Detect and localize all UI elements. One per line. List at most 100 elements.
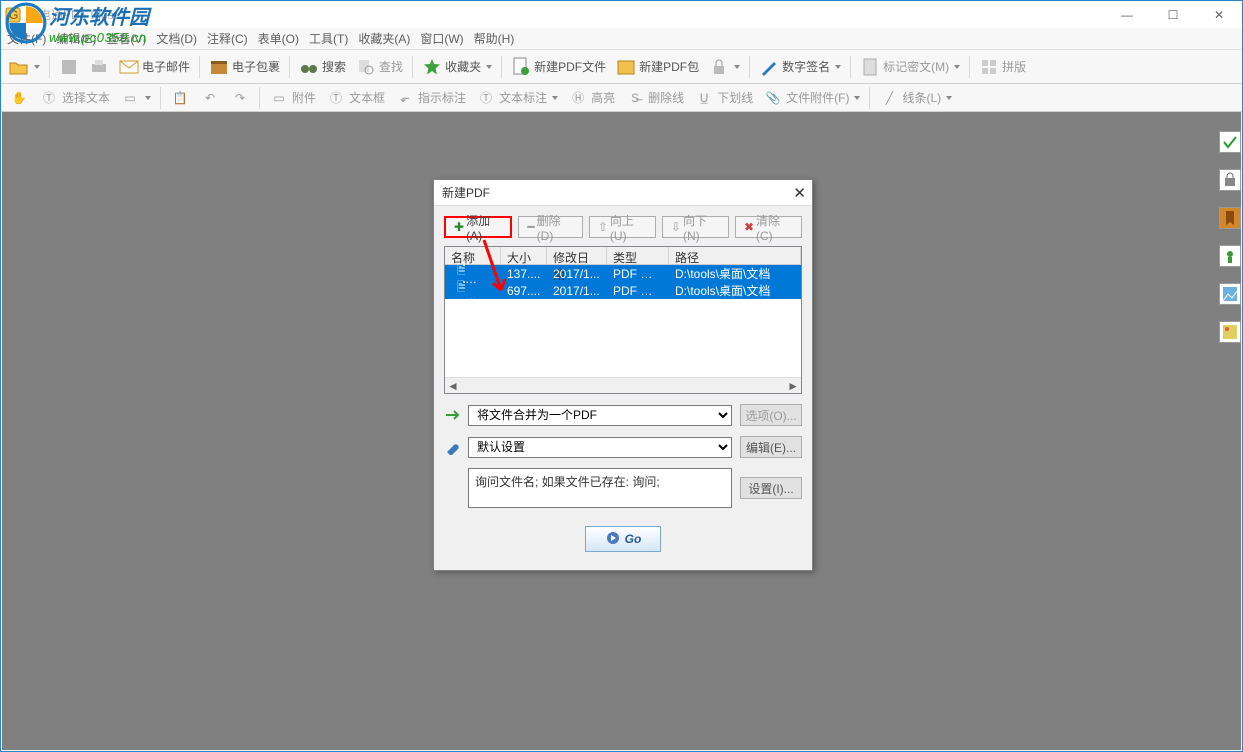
snapshot-icon: ▭: [120, 88, 140, 108]
strike-tool[interactable]: S̶删除线: [621, 86, 688, 110]
undo-button[interactable]: ↶: [196, 86, 224, 110]
watermark: 河东软件园 www.pc0359.cn: [5, 1, 149, 45]
col-date[interactable]: 修改日期: [547, 247, 607, 264]
star-icon: [422, 57, 442, 77]
watermark-url: www.pc0359.cn: [49, 30, 149, 45]
delete-button[interactable]: ━删除(D): [518, 216, 582, 238]
add-button[interactable]: ✚添加(A): [444, 216, 512, 238]
menu-comment[interactable]: 注释(C): [207, 30, 248, 47]
redo-button[interactable]: ↷: [226, 86, 254, 110]
side-panel: [1219, 131, 1241, 343]
move-up-button[interactable]: ⇧向上(U): [589, 216, 656, 238]
settings-button[interactable]: 设置(I)...: [740, 477, 802, 499]
lock-button[interactable]: [705, 55, 744, 79]
underline-tool[interactable]: U̲下划线: [690, 86, 757, 110]
edit-button[interactable]: 编辑(E)...: [740, 436, 802, 458]
package-icon: [209, 57, 229, 77]
highlight-tool[interactable]: Ⓗ高亮: [564, 86, 619, 110]
x-icon: ✖: [744, 220, 754, 234]
textbox-tool[interactable]: Ⓣ文本框: [322, 86, 389, 110]
side-icon-6[interactable]: [1219, 321, 1241, 343]
inquiry-textbox: 询问文件名; 如果文件已存在: 询问;: [468, 468, 732, 508]
col-size[interactable]: 大小: [501, 247, 547, 264]
side-icon-3[interactable]: [1219, 207, 1241, 229]
callout-icon: ⬐: [395, 88, 415, 108]
strike-icon: S̶: [625, 88, 645, 108]
clear-button[interactable]: ✖清除(C): [735, 216, 802, 238]
line-tool[interactable]: ╱线条(L): [875, 86, 956, 110]
menu-document[interactable]: 文档(D): [156, 30, 197, 47]
col-path[interactable]: 路径: [669, 247, 801, 264]
watermark-text: 河东软件园: [49, 1, 149, 30]
close-button[interactable]: ✕: [1196, 1, 1242, 28]
maximize-button[interactable]: ☐: [1150, 1, 1196, 28]
package-button[interactable]: 电子包裹: [205, 55, 284, 79]
menu-form[interactable]: 表单(O): [258, 30, 299, 47]
sign-button[interactable]: 数字签名: [755, 55, 845, 79]
text-annotation-tool[interactable]: Ⓣ文本标注: [472, 86, 562, 110]
callout-tool[interactable]: ⬐指示标注: [391, 86, 470, 110]
side-icon-2[interactable]: [1219, 169, 1241, 191]
note-icon: ▭: [269, 88, 289, 108]
snapshot-tool[interactable]: ▭: [116, 86, 155, 110]
print-icon: [89, 57, 109, 77]
minus-icon: ━: [527, 220, 534, 234]
redact-button[interactable]: 标记密文(M): [856, 55, 964, 79]
find-button[interactable]: 查找: [352, 55, 407, 79]
side-icon-1[interactable]: [1219, 131, 1241, 153]
col-type[interactable]: 类型: [607, 247, 669, 264]
open-button[interactable]: [5, 55, 44, 79]
options-button: 选项(O)...: [740, 404, 802, 426]
email-icon: [119, 57, 139, 77]
favorites-button[interactable]: 收藏夹: [418, 55, 496, 79]
new-file-icon: [511, 57, 531, 77]
pdf-file-icon: 🗎: [451, 277, 465, 300]
textbox-icon: Ⓣ: [326, 88, 346, 108]
side-icon-5[interactable]: [1219, 283, 1241, 305]
go-button[interactable]: Go: [585, 526, 661, 552]
dialog-title: 新建PDF: [442, 184, 490, 201]
menu-window[interactable]: 窗口(W): [420, 30, 463, 47]
menu-tools[interactable]: 工具(T): [309, 30, 348, 47]
clipboard-icon: 📋: [170, 88, 190, 108]
text-select-tool[interactable]: Ⓣ选择文本: [35, 86, 114, 110]
menu-favorites[interactable]: 收藏夹(A): [358, 30, 410, 47]
new-pdf-button[interactable]: 新建PDF文件: [507, 55, 610, 79]
save-button[interactable]: [55, 55, 83, 79]
email-button[interactable]: 电子邮件: [115, 55, 194, 79]
text-cursor-icon: Ⓣ: [39, 88, 59, 108]
file-attach-tool[interactable]: 📎文件附件(F): [759, 86, 864, 110]
side-icon-4[interactable]: [1219, 245, 1241, 267]
folder-open-icon: [9, 57, 29, 77]
wrench-icon: [444, 439, 460, 455]
undo-icon: ↶: [200, 88, 220, 108]
minimize-button[interactable]: —: [1104, 1, 1150, 28]
dialog-titlebar: 新建PDF ✕: [434, 180, 812, 206]
lock-icon: [709, 57, 729, 77]
menu-help[interactable]: 帮助(H): [474, 30, 515, 47]
save-icon: [59, 57, 79, 77]
file-table: 名称 大小 修改日期 类型 路径 🗎财务... 137.... 2017/1..…: [444, 246, 802, 394]
merge-icon: [444, 407, 460, 423]
toolbar-main: 电子邮件 电子包裹 搜索 查找 收藏夹 新建PDF文件 新建PDF包 数字签名 …: [1, 50, 1242, 84]
document-icon: [860, 57, 880, 77]
table-row[interactable]: 🗎医疗... 697.... 2017/1... PDF 文件 D:\tools…: [445, 282, 801, 299]
clipboard-tool[interactable]: 📋: [166, 86, 194, 110]
move-down-button[interactable]: ⇩向下(N): [662, 216, 729, 238]
settings-select[interactable]: 默认设置: [468, 437, 732, 458]
print-button[interactable]: [85, 55, 113, 79]
redo-icon: ↷: [230, 88, 250, 108]
dialog-close-button[interactable]: ✕: [793, 184, 806, 202]
binoculars-icon: [299, 57, 319, 77]
merge-select[interactable]: 将文件合并为一个PDF: [468, 405, 732, 426]
horizontal-scrollbar[interactable]: ◄►: [445, 377, 801, 393]
new-pdf-dialog: 新建PDF ✕ ✚添加(A) ━删除(D) ⇧向上(U) ⇩向下(N) ✖清除(…: [433, 179, 813, 571]
toolbar-annotation: ✋ Ⓣ选择文本 ▭ 📋 ↶ ↷ ▭附件 Ⓣ文本框 ⬐指示标注 Ⓣ文本标注 Ⓗ高亮…: [1, 84, 1242, 112]
tile-button[interactable]: 拼版: [975, 55, 1030, 79]
pen-icon: [759, 57, 779, 77]
new-package-button[interactable]: 新建PDF包: [612, 55, 703, 79]
plus-icon: ✚: [454, 220, 464, 234]
attach-tool[interactable]: ▭附件: [265, 86, 320, 110]
search-button[interactable]: 搜索: [295, 55, 350, 79]
hand-tool[interactable]: ✋: [5, 86, 33, 110]
